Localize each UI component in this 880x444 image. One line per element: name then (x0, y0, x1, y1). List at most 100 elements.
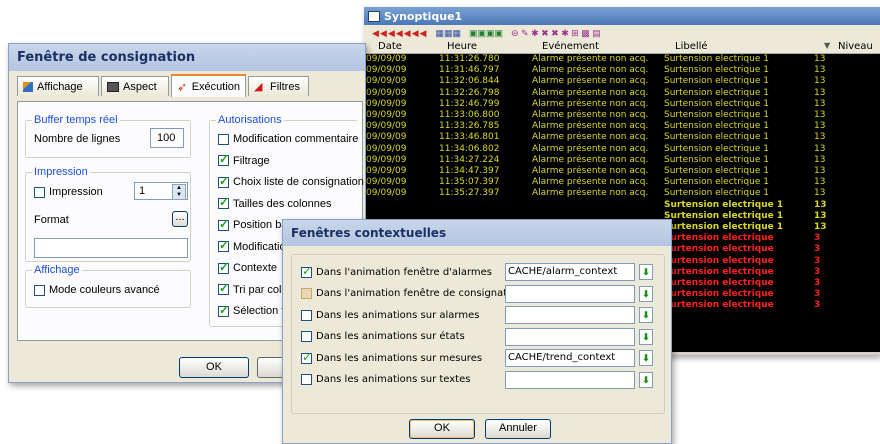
context-row[interactable]: Dans l'animation fenêtre de consignation… (301, 285, 528, 303)
copies-spinner[interactable]: 1 ▲ ▼ (134, 182, 188, 200)
browse-icon[interactable]: ⬇ (639, 350, 653, 366)
alarm-row[interactable]: 09/09/09 11:33:06.800 Alarme présente non … (366, 110, 880, 121)
alarm-row[interactable]: 09/09/09 11:34:06.802 Alarme présente non … (366, 144, 880, 155)
context-window-input[interactable] (505, 327, 635, 346)
alarm-row[interactable]: Surtension electrique 1 13 (366, 200, 880, 211)
alarm-cell-libelle: Surtension electrique 1 (664, 222, 784, 232)
alarm-row[interactable]: 09/09/09 11:33:26.785 Alarme présente non … (366, 121, 880, 132)
context-checkbox[interactable] (301, 288, 312, 299)
impression-check-row[interactable]: Impression (34, 186, 103, 198)
context-row[interactable]: Dans les animations sur mesures (301, 349, 482, 367)
authorization-item[interactable]: Modification (218, 238, 292, 253)
browse-icon[interactable]: ⬇ (639, 328, 653, 345)
advanced-color-row[interactable]: Mode couleurs avancé (34, 284, 160, 296)
authorization-checkbox[interactable] (218, 303, 229, 317)
tab-affichage[interactable]: Affichage (17, 76, 99, 96)
authorization-item[interactable]: Tailles des colonnes (218, 195, 331, 210)
context-window-input[interactable]: CACHE/alarm_context (505, 263, 635, 281)
alarm-row[interactable]: 09/09/09 11:34:47.397 Alarme présente non … (366, 166, 880, 177)
alarm-cell-date: 09/09/09 (366, 110, 407, 120)
alarm-cell-libelle: Surtension electrique 1 (664, 177, 769, 188)
col-header-heure[interactable]: Heure (447, 41, 477, 52)
authorization-checkbox[interactable] (218, 133, 229, 145)
authorization-checkbox[interactable] (218, 152, 229, 166)
alarm-row[interactable]: 09/09/09 11:32:46.799 Alarme présente non … (366, 99, 880, 110)
context-window-input[interactable] (505, 370, 635, 389)
alarm-cell-niveau: 13 (814, 210, 827, 221)
context-window-input[interactable] (505, 306, 635, 324)
alarm-cell-heure: 11:35:07.397 (439, 177, 500, 188)
spinner-arrows-icon[interactable]: ▲ ▼ (172, 184, 186, 200)
authorization-item[interactable]: Modification commentaire (218, 133, 358, 145)
col-header-libelle[interactable]: Libellé (675, 41, 708, 52)
format-browse-button[interactable]: ... (172, 211, 188, 227)
authorization-item[interactable]: Choix liste de consignation (218, 174, 364, 188)
context-checkbox[interactable] (301, 309, 312, 321)
alarm-cell-heure: 11:32:26.798 (439, 87, 500, 98)
alarm-row[interactable]: 09/09/09 11:32:06.844 Alarme présente non … (366, 76, 880, 87)
authorization-label: Filtrage (233, 154, 270, 167)
tab-execution[interactable]: ➶ Exécution (171, 74, 246, 97)
authorization-checkbox[interactable] (218, 260, 229, 274)
window-icon (368, 10, 380, 22)
toolbar-misc-icons[interactable]: ⊖ ✎ ✱ ✖ ✖ ✱ ⊞ ▩ ▤ (511, 28, 601, 39)
context-checkbox[interactable] (301, 374, 312, 385)
browse-icon[interactable]: ⬇ (639, 371, 653, 388)
authorization-checkbox[interactable] (218, 281, 229, 295)
browse-icon[interactable]: ⬇ (639, 285, 653, 302)
format-input[interactable] (34, 238, 188, 258)
alarm-row[interactable]: 09/09/09 11:34:27.224 Alarme présente non … (366, 155, 880, 166)
consignation-ok-button[interactable]: OK (179, 357, 249, 378)
context-row[interactable]: Dans les animations sur alarmes (301, 306, 479, 324)
authorization-checkbox[interactable] (218, 238, 229, 252)
alarm-row[interactable]: 09/09/09 11:32:26.798 Alarme présente non … (366, 88, 880, 99)
toolbar-grid-icons[interactable]: ▦▦▦ (435, 28, 461, 39)
context-row[interactable]: Dans les animations sur textes (301, 371, 470, 389)
contextuelles-cancel-button[interactable]: Annuler (485, 419, 551, 439)
alarm-row[interactable]: 09/09/09 11:33:46.801 Alarme présente non … (366, 132, 880, 143)
context-row[interactable]: Dans l'animation fenêtre d'alarmes (301, 263, 492, 281)
toolbar-tool-icons[interactable]: ▣▣▣▣ (469, 28, 503, 39)
col-header-evenement[interactable]: Evénement (542, 41, 599, 52)
alarm-row[interactable]: 09/09/09 11:35:07.397 Alarme présente non … (366, 177, 880, 188)
toolbar-filter-icons[interactable]: ◀◀◀◀◀◀◀ (372, 28, 427, 39)
alarm-cell-evenement: Alarme présente non acq. (532, 87, 649, 98)
lines-count-input[interactable]: 100 (150, 128, 184, 148)
tab-filtres[interactable]: ◢ Filtres (248, 76, 309, 96)
authorization-item[interactable]: Sélection tr (218, 303, 288, 317)
context-checkbox[interactable] (301, 331, 312, 342)
authorization-checkbox[interactable] (218, 217, 229, 231)
authorization-item[interactable]: Contexte (218, 260, 277, 274)
synoptique-titlebar[interactable]: Synoptique1 (364, 7, 880, 25)
context-window-input[interactable] (505, 284, 635, 303)
col-header-niveau[interactable]: Niveau (838, 41, 873, 52)
alarm-row[interactable]: 09/09/09 11:31:26.780 Alarme présente non … (366, 54, 880, 65)
alarm-cell-niveau: 13 (814, 76, 826, 87)
browse-icon[interactable]: ⬇ (639, 264, 653, 280)
context-row[interactable]: Dans les animations sur états (301, 328, 465, 346)
alarm-cell-niveau: 3 (814, 289, 821, 300)
advanced-color-checkbox[interactable] (34, 284, 45, 296)
context-window-input[interactable]: CACHE/trend_context (505, 349, 635, 367)
alarm-row[interactable]: 09/09/09 11:31:46.797 Alarme présente non … (366, 65, 880, 76)
authorization-checkbox[interactable] (218, 174, 229, 188)
alarm-cell-date: 09/09/09 (366, 177, 407, 188)
alarm-cell-heure: 11:33:26.785 (439, 121, 500, 132)
context-checkbox[interactable] (301, 264, 312, 278)
contextuelles-ok-button[interactable]: OK (409, 419, 475, 439)
alarm-cell-libelle: Surtension electrique (664, 255, 774, 266)
alarm-cell-niveau: 13 (814, 98, 826, 109)
col-header-date[interactable]: Date (378, 41, 402, 52)
consignation-titlebar[interactable]: Fenêtre de consignation (9, 44, 365, 71)
alarm-row[interactable]: 09/09/09 11:35:27.397 Alarme présente non … (366, 188, 880, 199)
tab-aspect[interactable]: Aspect (101, 76, 169, 96)
authorization-item[interactable]: Filtrage (218, 152, 270, 167)
alarm-cell-heure: 11:31:26.780 (439, 54, 500, 64)
context-checkbox[interactable] (301, 350, 312, 364)
alarm-cell-heure: 11:32:46.799 (439, 98, 500, 109)
browse-icon[interactable]: ⬇ (639, 307, 653, 323)
alarm-cell-evenement: Alarme présente non acq. (532, 54, 649, 64)
authorization-checkbox[interactable] (218, 195, 229, 209)
impression-checkbox[interactable] (34, 186, 45, 198)
contextuelles-titlebar[interactable]: Fenêtres contextuelles (283, 220, 671, 246)
